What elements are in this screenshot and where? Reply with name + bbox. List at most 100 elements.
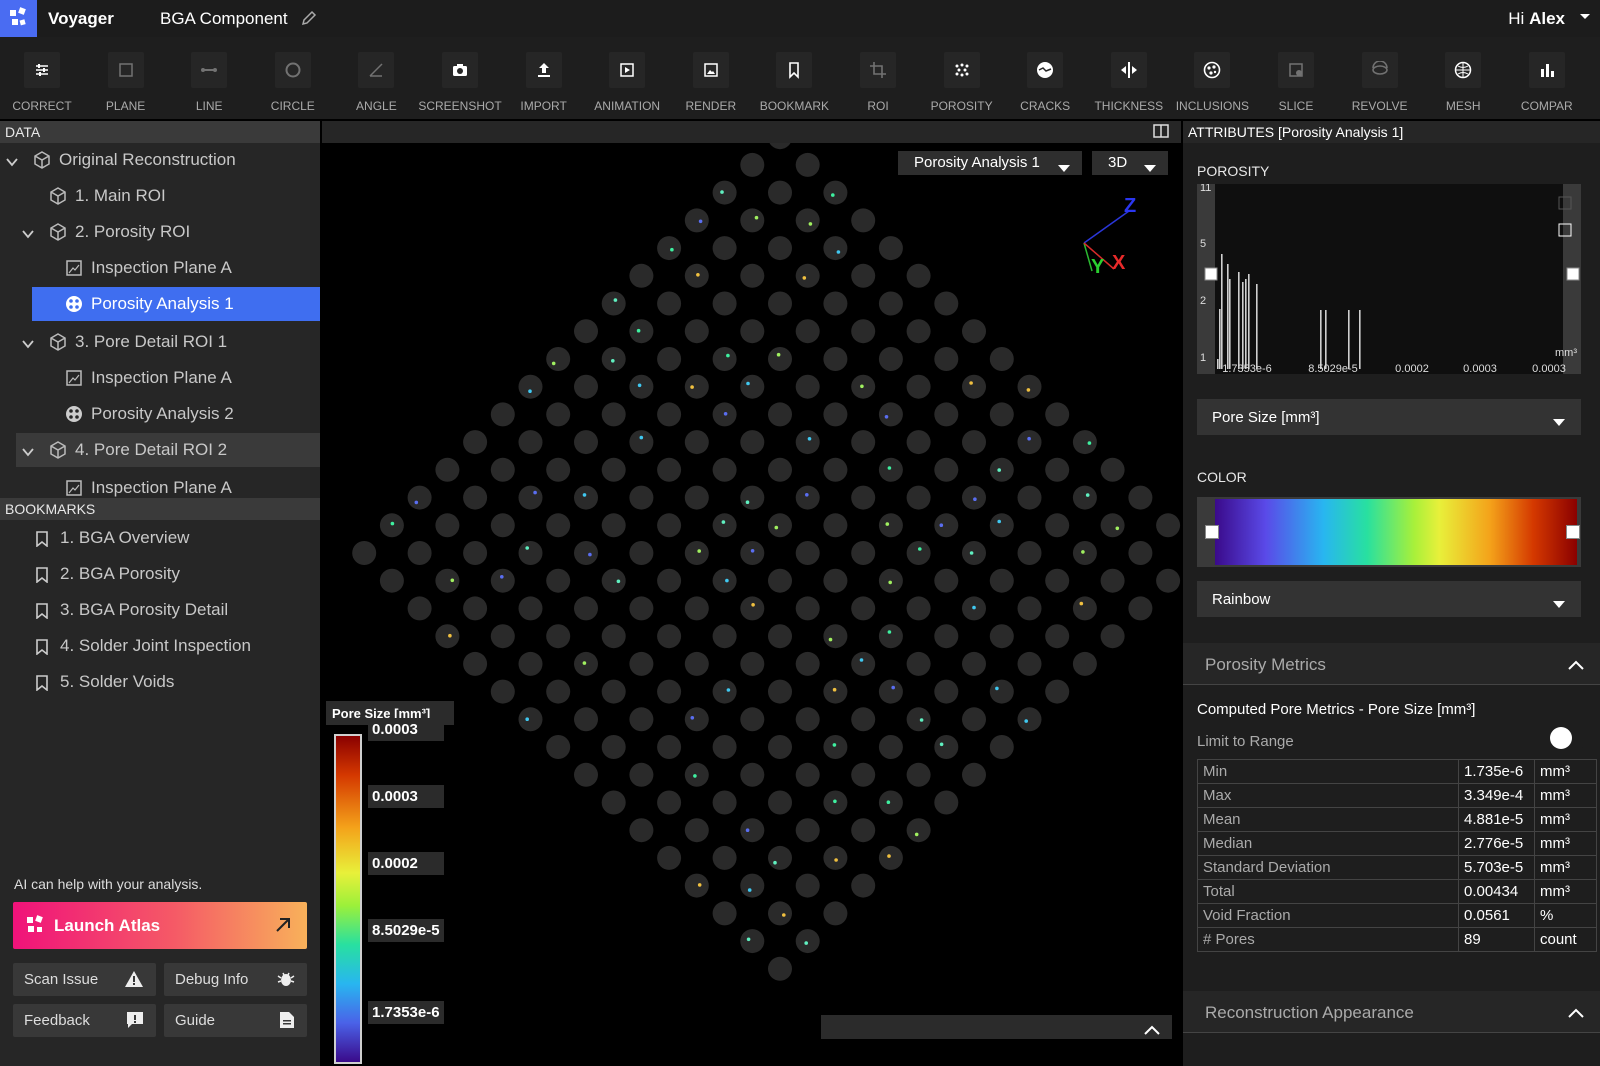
solder-ball (1045, 679, 1070, 704)
tool-mesh[interactable]: MESH (1421, 37, 1505, 119)
reconstruction-appearance-header[interactable]: Reconstruction Appearance (1183, 991, 1600, 1033)
tree-item[interactable]: Porosity Analysis 1 (0, 287, 320, 321)
solder-ball (795, 541, 820, 565)
pore-marker (726, 353, 730, 358)
chevron-down-icon[interactable] (22, 443, 34, 463)
tree-item[interactable]: 1. Main ROI (0, 179, 320, 213)
tool-bookmark[interactable]: BOOKMARK (752, 37, 836, 119)
tool-cracks[interactable]: CRACKS (1003, 37, 1087, 119)
tool-plane[interactable]: PLANE (84, 37, 168, 119)
solder-ball (518, 374, 543, 399)
launch-atlas-button[interactable]: Launch Atlas (13, 902, 307, 949)
chevron-up-icon[interactable] (1144, 1022, 1160, 1040)
tree-item-label: 3. Pore Detail ROI 1 (75, 332, 228, 351)
pore-marker (1027, 436, 1031, 441)
solder-ball (962, 374, 986, 399)
solder-ball (934, 790, 959, 815)
axis-gizmo[interactable]: Z Y X (1074, 191, 1154, 281)
debug-info-button[interactable]: Debug Info (164, 963, 307, 996)
solder-ball (740, 374, 765, 399)
bookmark-item[interactable]: 1. BGA Overview (0, 521, 320, 555)
chevron-down-icon[interactable] (22, 225, 34, 245)
solder-ball (989, 624, 1014, 649)
tree-item[interactable]: Inspection Plane A (0, 361, 320, 395)
tree-item[interactable]: Porosity Analysis 2 (0, 397, 320, 431)
pore-marker (887, 854, 891, 858)
tool-animation[interactable]: ANIMATION (585, 37, 669, 119)
solder-ball (740, 263, 765, 288)
chevron-down-icon[interactable] (22, 335, 34, 355)
colormap-min-handle[interactable] (1205, 525, 1219, 539)
3d-viewport[interactable]: Porosity Analysis 1 3D Z Y X Pore Size [… (322, 121, 1181, 1066)
tool-circle[interactable]: CIRCLE (251, 37, 335, 119)
limit-to-range-toggle[interactable] (1550, 727, 1588, 749)
viewport-bottom-bar[interactable] (821, 1015, 1172, 1039)
tool-revolve[interactable]: REVOLVE (1338, 37, 1422, 119)
bookmark-item[interactable]: 4. Solder Joint Inspection (0, 629, 320, 663)
analysis-select[interactable]: Porosity Analysis 1 (898, 151, 1082, 175)
view-mode-select[interactable]: 3D (1092, 151, 1168, 175)
bookmark-item[interactable]: 3. BGA Porosity Detail (0, 593, 320, 627)
metrics-row: Mean 4.881e-5 mm³ (1197, 807, 1597, 832)
colormap-max-handle[interactable] (1566, 525, 1580, 539)
solder-ball (934, 291, 959, 316)
guide-button[interactable]: Guide (164, 1004, 307, 1037)
bga-scene[interactable] (322, 143, 1181, 1066)
tool-screenshot[interactable]: SCREENSHOT (418, 37, 502, 119)
solder-ball (851, 541, 876, 565)
tool-render[interactable]: RENDER (669, 37, 753, 119)
tree-item[interactable]: Inspection Plane A (0, 251, 320, 285)
tool-line[interactable]: LINE (167, 37, 251, 119)
solder-ball (878, 624, 903, 649)
tree-item[interactable]: 4. Pore Detail ROI 2 (0, 433, 320, 467)
tool-thickness[interactable]: THICKNESS (1087, 37, 1171, 119)
scan-issue-button[interactable]: Scan Issue (13, 963, 156, 996)
pore-marker (774, 525, 779, 530)
tool-correct[interactable]: CORRECT (0, 37, 84, 119)
tool-angle[interactable]: ANGLE (334, 37, 418, 119)
tree-item-label: 1. Main ROI (75, 186, 166, 205)
voyager-logo-icon[interactable] (0, 0, 37, 37)
legend-tick-label: 0.0002 (368, 852, 444, 875)
feedback-button[interactable]: Feedback (13, 1004, 156, 1037)
solder-ball (601, 679, 626, 704)
panel-toggle-icon[interactable] (1153, 124, 1169, 143)
solder-ball (851, 651, 876, 676)
solder-ball (1045, 402, 1070, 427)
tool-compar[interactable]: COMPAR (1505, 37, 1589, 119)
bookmark-item[interactable]: 5. Solder Voids (0, 665, 320, 699)
solder-ball (989, 513, 1014, 538)
solder-ball (823, 679, 848, 704)
solder-ball (878, 735, 903, 759)
tool-slice[interactable]: SLICE (1254, 37, 1338, 119)
solder-ball (851, 485, 876, 510)
cube-icon (49, 223, 67, 246)
solder-ball (712, 457, 737, 482)
tree-item[interactable]: Original Reconstruction (0, 143, 320, 177)
tool-import[interactable]: IMPORT (502, 37, 586, 119)
pore-marker (690, 716, 695, 720)
tool-inclusions[interactable]: INCLUSIONS (1170, 37, 1254, 119)
histogram-bar (1320, 310, 1322, 369)
tree-item[interactable]: 3. Pore Detail ROI 1 (0, 325, 320, 359)
colormap-range[interactable] (1197, 497, 1581, 567)
tree-item[interactable]: 2. Porosity ROI (0, 215, 320, 249)
chevron-down-icon[interactable] (1578, 9, 1592, 28)
user-greeting[interactable]: Hi Alex (1508, 9, 1565, 29)
app-name: Voyager (48, 9, 114, 28)
project-name[interactable]: BGA Component (160, 9, 288, 29)
solder-ball (407, 485, 432, 510)
attribute-select[interactable]: Pore Size [mm³] (1197, 399, 1581, 435)
pencil-icon[interactable] (301, 10, 317, 31)
porosity-histogram[interactable]: 11 5 2 1 1.7353e-6 8.5029e-5 0.0002 0.0003 0.000… (1197, 182, 1581, 375)
tool-roi[interactable]: ROI (836, 37, 920, 119)
porosity-metrics-header[interactable]: Porosity Metrics (1183, 643, 1600, 685)
solder-ball (934, 457, 959, 482)
pore-marker (773, 860, 777, 865)
colormap-select[interactable]: Rainbow (1197, 581, 1581, 617)
solder-ball (962, 319, 986, 344)
chevron-down-icon[interactable] (6, 153, 18, 173)
bookmark-item[interactable]: 2. BGA Porosity (0, 557, 320, 591)
pore-marker (1085, 493, 1090, 497)
tool-porosity[interactable]: POROSITY (920, 37, 1004, 119)
